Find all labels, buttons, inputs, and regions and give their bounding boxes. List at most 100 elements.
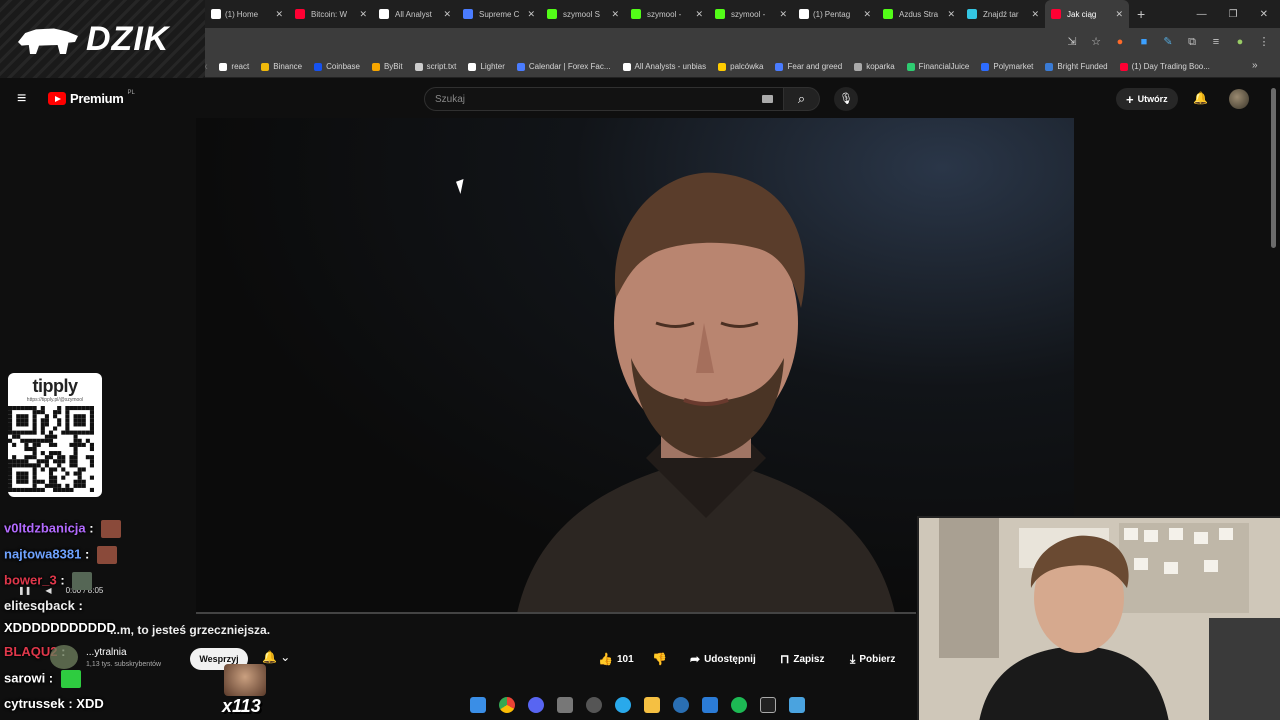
youtube-logo[interactable]: Premium PL [48, 90, 135, 106]
spotify-icon[interactable] [731, 697, 747, 713]
bookmark-favicon-icon [906, 62, 915, 71]
browser-tab[interactable]: Azdus Stra ✕ [877, 0, 961, 28]
file-explorer-icon[interactable] [644, 697, 660, 713]
like-button[interactable]: 👍 101 [598, 647, 634, 671]
ccleaner-icon[interactable] [673, 697, 689, 713]
discord-icon[interactable] [528, 697, 544, 713]
bookmark-item[interactable]: ByBit [371, 62, 403, 71]
qr-module [12, 434, 17, 439]
video-progress-bar[interactable] [196, 612, 916, 614]
bookmark-item[interactable]: koparka [854, 62, 895, 71]
channel-name[interactable]: ...ytralnia [86, 647, 127, 658]
app-icon-1[interactable] [557, 697, 573, 713]
keyboard-icon[interactable] [762, 95, 773, 103]
bookmark-item[interactable]: Polymarket [981, 62, 1033, 71]
plus-icon: + [1126, 91, 1134, 107]
qr-module [32, 426, 37, 431]
bookmark-item[interactable]: react [219, 62, 249, 71]
bookmark-favicon-icon [371, 62, 380, 71]
tab-close-icon[interactable]: ✕ [779, 9, 787, 20]
search-input[interactable] [425, 88, 745, 110]
app-icon-3[interactable] [760, 697, 776, 713]
tab-close-icon[interactable]: ✕ [527, 9, 535, 20]
browser-tab[interactable]: All Analyst ✕ [373, 0, 457, 28]
qr-module [69, 455, 74, 460]
bookmark-favicon-icon [718, 62, 727, 71]
minimize-icon[interactable]: — [1197, 9, 1207, 20]
tab-close-icon[interactable]: ✕ [695, 9, 703, 20]
create-button[interactable]: + Utwórz [1116, 88, 1178, 110]
bookmark-item[interactable]: Calendar | Forex Fac... [516, 62, 611, 71]
tab-close-icon[interactable]: ✕ [275, 9, 283, 20]
install-icon[interactable]: ⇲ [1066, 36, 1078, 48]
browser-tab[interactable]: szymool - ✕ [625, 0, 709, 28]
browser-tab[interactable]: szymool S ✕ [541, 0, 625, 28]
qr-module [32, 483, 37, 488]
chrome-icon[interactable] [499, 697, 515, 713]
save-button[interactable]: ⊓ Zapisz [780, 647, 825, 671]
qr-module [20, 422, 25, 427]
bookmark-item[interactable]: Binance [261, 62, 302, 71]
bookmarks-overflow-icon[interactable]: » [1252, 60, 1258, 71]
tab-favicon-icon [379, 9, 389, 19]
voice-search-button[interactable]: 🎙 [834, 87, 858, 111]
notepad-icon[interactable] [789, 697, 805, 713]
close-window-icon[interactable]: ✕ [1260, 9, 1268, 20]
extension-blue-icon[interactable]: ■ [1138, 36, 1150, 48]
qr-module [8, 414, 13, 419]
tab-close-icon[interactable]: ✕ [863, 9, 871, 20]
maximize-icon[interactable]: ❐ [1229, 9, 1238, 20]
download-button[interactable]: ⤓ Pobierz [850, 647, 895, 671]
tab-close-icon[interactable]: ✕ [443, 9, 451, 20]
bookmark-item[interactable]: Bright Funded [1045, 62, 1108, 71]
tab-title: szymool - [731, 9, 766, 19]
telegram-icon[interactable] [615, 697, 631, 713]
bookmark-item[interactable]: FinancialJuice [906, 62, 969, 71]
extensions-puzzle-icon[interactable]: ⧉ [1186, 36, 1198, 48]
bookmark-item[interactable]: palcówka [718, 62, 763, 71]
bookmark-item[interactable]: Fear and greed [775, 62, 842, 71]
extension-fox-icon[interactable]: ● [1114, 36, 1126, 48]
media-control-icon[interactable]: ≡ [1210, 36, 1222, 48]
bookmark-item[interactable]: All Analysts - unbias [622, 62, 706, 71]
bookmark-star-icon[interactable]: ☆ [1090, 36, 1102, 48]
profile-icon[interactable]: ● [1234, 36, 1246, 48]
bookmark-item[interactable]: Coinbase [314, 62, 360, 71]
browser-tab[interactable]: Bitcoin: W ✕ [289, 0, 373, 28]
qr-module [24, 406, 29, 411]
new-tab-icon[interactable]: + [1137, 6, 1145, 22]
share-button[interactable]: ➦ Udostępnij [690, 647, 756, 671]
windows-start-icon[interactable] [470, 697, 486, 713]
browser-tab[interactable]: Znajdź tar ✕ [961, 0, 1045, 28]
vscode-icon[interactable] [702, 697, 718, 713]
youtube-brand-text: Premium [70, 91, 124, 106]
browser-tab[interactable]: (1) Pentag ✕ [793, 0, 877, 28]
tab-close-icon[interactable]: ✕ [1115, 9, 1123, 20]
tab-close-icon[interactable]: ✕ [947, 9, 955, 20]
tab-close-icon[interactable]: ✕ [1031, 9, 1039, 20]
browser-tab[interactable]: (1) Home ✕ [205, 0, 289, 28]
browser-tab[interactable]: Supreme C ✕ [457, 0, 541, 28]
avatar[interactable] [1229, 89, 1249, 109]
qr-module [28, 438, 33, 443]
tab-close-icon[interactable]: ✕ [611, 9, 619, 20]
browser-tab[interactable]: szymool - ✕ [709, 0, 793, 28]
page-scrollbar[interactable] [1271, 88, 1276, 248]
subscription-bell-icon[interactable]: 🔔 ⌄ [262, 650, 290, 664]
search-button[interactable]: ⌕ [784, 87, 820, 111]
extension-translate-icon[interactable]: ✎ [1162, 36, 1174, 48]
channel-avatar[interactable] [50, 645, 78, 669]
bookmark-item[interactable]: (1) Day Trading Boo... [1119, 62, 1210, 71]
app-icon-2[interactable] [586, 697, 602, 713]
qr-module [48, 430, 54, 435]
notifications-bell-icon[interactable]: 🔔 [1193, 91, 1208, 105]
tab-close-icon[interactable]: ✕ [359, 9, 367, 20]
browser-tab[interactable]: Jak ciąg ✕ [1045, 0, 1129, 28]
hamburger-menu-icon[interactable]: ≡ [17, 91, 31, 107]
bookmark-item[interactable]: Lighter [468, 62, 505, 71]
bookmark-item[interactable]: script.txt [414, 62, 456, 71]
qr-module [40, 422, 45, 427]
dislike-button[interactable]: 👎 [652, 647, 667, 671]
browser-menu-icon[interactable]: ⋮ [1258, 36, 1270, 48]
qr-module [69, 487, 74, 492]
